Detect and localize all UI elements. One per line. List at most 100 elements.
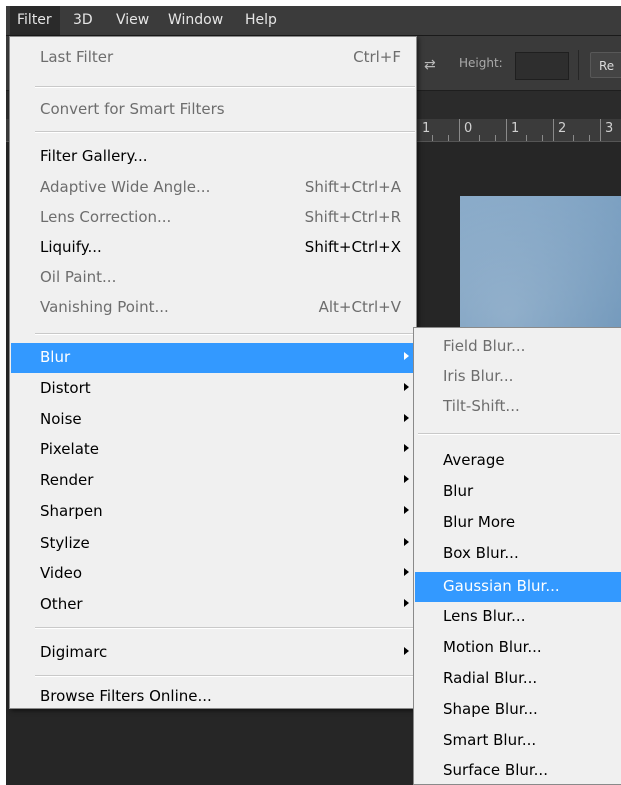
menu-item-distort[interactable]: Distort: [11, 374, 415, 404]
submenu-item-iris-blur[interactable]: Iris Blur...: [415, 362, 621, 392]
menu-item-pixelate[interactable]: Pixelate: [11, 435, 415, 465]
submenu-item-label: Tilt-Shift...: [443, 397, 520, 415]
menu-item-filter-gallery[interactable]: Filter Gallery...: [11, 142, 415, 172]
menu-item-label: Blur: [40, 348, 71, 366]
ruler-tick: [600, 119, 601, 141]
menu-divider: [35, 333, 415, 335]
menu-item-stylize[interactable]: Stylize: [11, 529, 415, 559]
submenu-arrow-icon: [404, 475, 409, 483]
menu-item-render[interactable]: Render: [11, 466, 415, 496]
submenu-item-label: Lens Blur...: [443, 607, 526, 625]
menu-item-sharpen[interactable]: Sharpen: [11, 497, 415, 527]
height-label: Height:: [459, 56, 503, 70]
submenu-item-label: Average: [443, 451, 505, 469]
menu-filter[interactable]: Filter: [10, 6, 60, 35]
menu-item-other[interactable]: Other: [11, 590, 415, 620]
ruler-tick: [573, 135, 574, 141]
submenu-item-box-blur[interactable]: Box Blur...: [415, 539, 621, 569]
submenu-item-shape-blur[interactable]: Shape Blur...: [415, 695, 621, 725]
submenu-item-average[interactable]: Average: [415, 446, 621, 476]
submenu-item-smart-blur[interactable]: Smart Blur...: [415, 726, 621, 756]
menu-bar: Filter 3D View Window Help: [6, 6, 621, 36]
menu-item-lens-correction[interactable]: Lens Correction... Shift+Ctrl+R: [11, 203, 415, 233]
submenu-item-label: Field Blur...: [443, 337, 526, 355]
ruler-tick: [459, 119, 460, 141]
submenu-item-blur[interactable]: Blur: [415, 477, 621, 507]
submenu-item-blur-more[interactable]: Blur More: [415, 508, 621, 538]
menu-divider: [35, 675, 415, 677]
menu-item-shortcut: Ctrl+F: [353, 48, 401, 66]
submenu-item-lens-blur[interactable]: Lens Blur...: [415, 602, 621, 632]
ruler-tick: [542, 135, 543, 141]
submenu-arrow-icon: [404, 444, 409, 452]
submenu-item-label: Blur: [443, 482, 474, 500]
ruler-label: 2: [558, 121, 567, 136]
menu-item-label: Other: [40, 595, 83, 613]
blur-submenu: Field Blur... Iris Blur... Tilt-Shift...…: [413, 327, 621, 785]
ruler-tick: [589, 135, 590, 141]
swap-arrows-icon[interactable]: ⇄: [424, 58, 442, 72]
ruler-label: 0: [464, 121, 473, 136]
ruler-tick: [432, 135, 433, 141]
menu-item-video[interactable]: Video: [11, 559, 415, 589]
menu-item-shortcut: Shift+Ctrl+A: [304, 178, 401, 196]
menu-item-label: Last Filter: [40, 48, 114, 66]
submenu-arrow-icon: [404, 352, 409, 360]
ruler-label: 3: [605, 121, 614, 136]
submenu-item-radial-blur[interactable]: Radial Blur...: [415, 664, 621, 694]
menu-3d[interactable]: 3D: [73, 6, 93, 35]
menu-item-label: Adaptive Wide Angle...: [40, 178, 211, 196]
refine-edge-button[interactable]: Re: [590, 52, 621, 78]
ruler-tick: [479, 135, 480, 141]
menu-item-noise[interactable]: Noise: [11, 405, 415, 435]
menu-view[interactable]: View: [116, 6, 149, 35]
menu-item-label: Browse Filters Online...: [40, 687, 212, 705]
menu-item-label: Oil Paint...: [40, 268, 117, 286]
submenu-item-label: Gaussian Blur...: [443, 577, 560, 595]
height-input[interactable]: [515, 52, 569, 80]
submenu-item-tilt-shift[interactable]: Tilt-Shift...: [415, 392, 621, 422]
submenu-item-surface-blur[interactable]: Surface Blur...: [415, 756, 621, 785]
menu-item-label: Digimarc: [40, 643, 108, 661]
menu-item-label: Distort: [40, 379, 91, 397]
submenu-item-motion-blur[interactable]: Motion Blur...: [415, 633, 621, 663]
submenu-item-label: Shape Blur...: [443, 700, 538, 718]
options-separator: [578, 50, 579, 80]
submenu-item-label: Radial Blur...: [443, 669, 538, 687]
menu-item-last-filter[interactable]: Last Filter Ctrl+F: [11, 43, 415, 73]
ruler-tick: [506, 119, 507, 141]
menu-item-label: Pixelate: [40, 440, 99, 458]
submenu-arrow-icon: [404, 599, 409, 607]
menu-item-label: Stylize: [40, 534, 90, 552]
menu-item-browse-filters-online[interactable]: Browse Filters Online...: [11, 682, 415, 712]
menu-item-label: Vanishing Point...: [40, 298, 169, 316]
submenu-item-field-blur[interactable]: Field Blur...: [415, 332, 621, 362]
menu-item-label: Convert for Smart Filters: [40, 100, 225, 118]
submenu-arrow-icon: [404, 538, 409, 546]
ruler-tick: [553, 119, 554, 141]
menu-item-convert-smart-filters[interactable]: Convert for Smart Filters: [11, 95, 415, 125]
menu-item-digimarc[interactable]: Digimarc: [11, 638, 415, 668]
ruler-label: 1: [422, 121, 431, 136]
menu-item-label: Render: [40, 471, 94, 489]
menu-item-blur[interactable]: Blur: [11, 343, 415, 373]
ruler-tick: [448, 135, 449, 141]
menu-help[interactable]: Help: [245, 6, 277, 35]
submenu-item-gaussian-blur[interactable]: Gaussian Blur...: [415, 572, 621, 602]
menu-item-shortcut: Shift+Ctrl+R: [304, 208, 401, 226]
submenu-item-label: Box Blur...: [443, 544, 519, 562]
menu-item-adaptive-wide-angle[interactable]: Adaptive Wide Angle... Shift+Ctrl+A: [11, 173, 415, 203]
menu-item-oil-paint[interactable]: Oil Paint...: [11, 263, 415, 293]
submenu-item-label: Surface Blur...: [443, 761, 548, 779]
submenu-item-label: Blur More: [443, 513, 516, 531]
menu-item-liquify[interactable]: Liquify... Shift+Ctrl+X: [11, 233, 415, 263]
menu-item-label: Sharpen: [40, 502, 103, 520]
menu-item-shortcut: Alt+Ctrl+V: [318, 298, 401, 316]
menu-divider: [35, 86, 415, 88]
photoshop-window: Filter 3D View Window Help ⇄ Height: Re …: [6, 6, 621, 785]
menu-item-vanishing-point[interactable]: Vanishing Point... Alt+Ctrl+V: [11, 293, 415, 323]
submenu-arrow-icon: [404, 568, 409, 576]
menu-item-label: Liquify...: [40, 238, 102, 256]
menu-divider: [35, 627, 415, 629]
menu-window[interactable]: Window: [168, 6, 223, 35]
